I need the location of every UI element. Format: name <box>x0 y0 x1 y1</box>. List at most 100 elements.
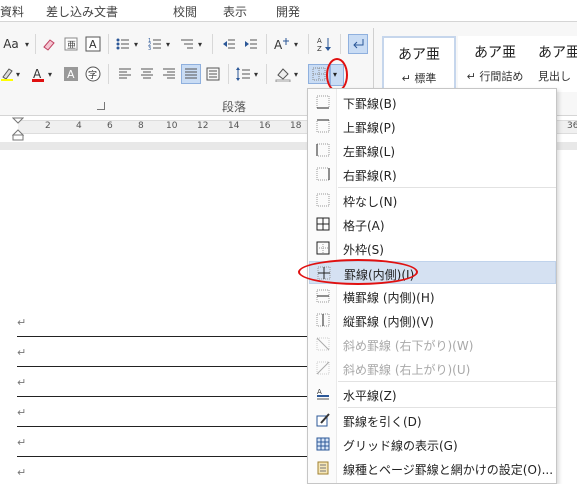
horizontal-rule <box>17 396 313 397</box>
line-spacing-icon[interactable] <box>234 64 252 84</box>
menu-item-inside-horizontal-border[interactable]: 横罫線 (内側)(H) <box>309 285 556 308</box>
svg-text:A: A <box>89 38 97 51</box>
menu-item-no-border[interactable]: 枠なし(N) <box>309 189 556 212</box>
paragraph-mark: ↵ <box>17 466 27 479</box>
svg-text:A: A <box>317 388 322 396</box>
paragraph-mark: ↵ <box>17 436 27 449</box>
chevron-down-icon[interactable]: ▾ <box>196 34 204 54</box>
menu-item-left-border[interactable]: 左罫線(L) <box>309 139 556 162</box>
svg-text:3: 3 <box>148 46 151 51</box>
character-border-icon[interactable]: A <box>84 34 102 54</box>
tab-references[interactable]: 資料 <box>0 3 24 20</box>
diagonal-down-border-icon <box>316 337 330 351</box>
horizontal-rule <box>17 426 313 427</box>
inside-horizontal-border-icon <box>316 289 330 303</box>
indent-marker-icon[interactable] <box>11 117 25 144</box>
svg-text:A: A <box>317 37 322 45</box>
view-gridlines-icon <box>316 437 330 451</box>
style-normal[interactable]: あア亜 ↵ 標準 <box>382 36 456 92</box>
menu-item-view-gridlines[interactable]: グリッド線の表示(G) <box>309 433 556 456</box>
chevron-down-icon[interactable]: ▾ <box>132 34 140 54</box>
bullets-icon[interactable] <box>114 34 132 54</box>
menu-item-inside-vertical-border[interactable]: 縦罫線 (内側)(V) <box>309 309 556 332</box>
bottom-border-icon <box>316 95 330 109</box>
character-shading-icon[interactable]: A <box>62 64 80 84</box>
show-formatting-marks-icon[interactable] <box>348 34 368 54</box>
chevron-down-icon[interactable]: ▾ <box>14 64 22 84</box>
svg-text:A: A <box>274 38 283 51</box>
change-case-button[interactable]: Aa <box>0 34 22 54</box>
chevron-down-icon[interactable]: ▾ <box>292 34 300 54</box>
horizontal-rule <box>17 336 313 337</box>
chevron-down-icon[interactable]: ▾ <box>252 64 260 84</box>
annotation-circle <box>326 58 348 92</box>
decrease-indent-icon[interactable] <box>220 34 238 54</box>
tab-review[interactable]: 校閲 <box>173 3 197 20</box>
style-heading[interactable]: あア亜 見出し <box>532 36 577 92</box>
font-dialog-launcher-icon[interactable] <box>97 102 105 110</box>
justify-icon[interactable] <box>181 64 201 84</box>
menu-item-all-borders[interactable]: 格子(A) <box>309 213 556 236</box>
diagonal-up-border-icon <box>316 361 330 375</box>
svg-text:Z: Z <box>317 45 322 52</box>
svg-text:A: A <box>67 68 75 81</box>
menu-item-top-border[interactable]: 上罫線(P) <box>309 115 556 138</box>
phonetic-guide-icon[interactable]: 亜 <box>62 34 80 54</box>
borders-shading-icon <box>317 461 329 475</box>
ruler-tick: 12 <box>197 121 209 131</box>
svg-text:A: A <box>33 67 42 81</box>
right-border-icon <box>316 167 330 181</box>
chevron-down-icon[interactable]: ▾ <box>22 34 32 54</box>
outside-borders-icon <box>316 241 330 255</box>
align-left-icon[interactable] <box>116 64 134 84</box>
enclose-characters-icon[interactable]: 字 <box>84 64 102 84</box>
paragraph-mark: ↵ <box>17 376 27 389</box>
menu-item-outside-borders[interactable]: 外枠(S) <box>309 237 556 260</box>
horizontal-rule <box>17 456 313 457</box>
ruler-tick: 14 <box>228 121 240 131</box>
menu-item-diagonal-down-border: 斜め罫線 (右下がり)(W) <box>309 333 556 356</box>
no-border-icon <box>316 193 330 207</box>
chevron-down-icon[interactable]: ▾ <box>292 64 300 84</box>
numbering-icon[interactable]: 123 <box>146 34 164 54</box>
top-border-icon <box>316 119 330 133</box>
menu-item-bottom-border[interactable]: 下罫線(B) <box>309 91 556 114</box>
tab-view[interactable]: 表示 <box>223 3 247 20</box>
menu-item-diagonal-up-border: 斜め罫線 (右上がり)(U) <box>309 357 556 380</box>
chevron-down-icon[interactable]: ▾ <box>164 34 172 54</box>
ruler-tick: 16 <box>259 121 271 131</box>
menu-item-borders-and-shading[interactable]: 線種とページ罫線と網かけの設定(O)... <box>309 457 556 480</box>
tab-mailings[interactable]: 差し込み文書 <box>46 3 118 20</box>
chevron-down-icon[interactable]: ▾ <box>46 64 54 84</box>
borders-menu: 下罫線(B) 上罫線(P) 左罫線(L) 右罫線(R) 枠なし(N) 格子(A)… <box>298 88 557 484</box>
paragraph-mark: ↵ <box>17 406 27 419</box>
tab-developer[interactable]: 開発 <box>276 3 300 20</box>
asian-layout-icon[interactable]: A <box>272 34 292 54</box>
annotation-ellipse <box>298 259 418 285</box>
menu-item-horizontal-line[interactable]: A 水平線(Z) <box>309 383 556 406</box>
paragraph-group-label: 段落 <box>222 100 247 114</box>
draw-table-icon <box>316 413 330 427</box>
horizontal-rule <box>17 366 313 367</box>
align-center-icon[interactable] <box>138 64 156 84</box>
menu-item-right-border[interactable]: 右罫線(R) <box>309 163 556 186</box>
menu-item-draw-table[interactable]: 罫線を引く(D) <box>309 409 556 432</box>
ruler-tick: 18 <box>290 121 302 131</box>
multilevel-list-icon[interactable] <box>178 34 196 54</box>
ruler-tick: 6 <box>107 121 113 131</box>
inside-vertical-border-icon <box>316 313 330 327</box>
paragraph-mark: ↵ <box>17 316 27 329</box>
shading-icon[interactable] <box>274 64 292 84</box>
ruler-tick: 10 <box>166 121 178 131</box>
highlight-color-icon[interactable] <box>0 64 14 84</box>
distributed-icon[interactable] <box>204 64 222 84</box>
paragraph-mark: ↵ <box>17 346 27 359</box>
font-color-icon[interactable]: A <box>30 64 46 84</box>
increase-indent-icon[interactable] <box>242 34 260 54</box>
align-right-icon[interactable] <box>160 64 178 84</box>
style-no-spacing[interactable]: あア亜 ↵ 行間詰め <box>458 36 532 92</box>
ruler-tick: 4 <box>76 121 82 131</box>
clear-formatting-icon[interactable] <box>40 34 58 54</box>
ribbon-tab-bar: 資料 差し込み文書 校閲 表示 開発 <box>0 0 577 22</box>
sort-icon[interactable]: AZ <box>316 34 334 54</box>
